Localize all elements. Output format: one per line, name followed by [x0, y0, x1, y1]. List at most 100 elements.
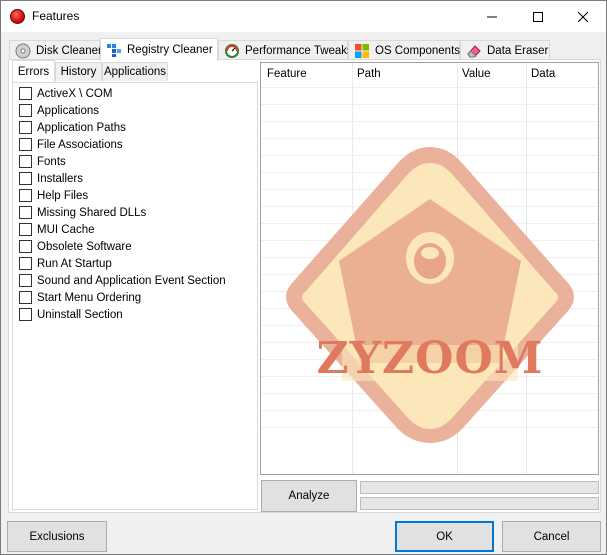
cancel-button[interactable]: Cancel [502, 521, 601, 552]
grid-header: Feature Path Value Data [261, 63, 598, 87]
grid-row-line [261, 138, 598, 139]
checkbox-box[interactable] [19, 87, 32, 100]
checkbox-applications[interactable]: Applications [19, 102, 99, 119]
column-divider [352, 63, 353, 474]
minimize-icon [487, 16, 497, 17]
checkbox-label: Sound and Application Event Section [37, 274, 226, 287]
checkbox-activex-com[interactable]: ActiveX \ COM [19, 85, 112, 102]
checkbox-label: Uninstall Section [37, 308, 123, 321]
tab-label: Data Eraser [487, 44, 549, 57]
checkbox-label: ActiveX \ COM [37, 87, 113, 100]
results-grid[interactable]: Feature Path Value Data ZYZOOM [260, 62, 599, 475]
grid-row-line [261, 291, 598, 292]
disk-icon [15, 43, 31, 58]
checkbox-label: MUI Cache [37, 223, 95, 236]
app-icon [10, 9, 25, 24]
checkbox-help-files[interactable]: Help Files [19, 187, 88, 204]
tab-label: Registry Cleaner [127, 44, 213, 56]
subtab-errors[interactable]: Errors [12, 60, 55, 82]
tab-label: Disk Cleaner [36, 44, 102, 57]
column-header-path[interactable]: Path [357, 68, 381, 80]
features-window: Features Disk Cleaner Registry Cleaner P… [0, 0, 607, 555]
checkbox-box[interactable] [19, 121, 32, 134]
speedometer-icon [225, 43, 239, 58]
checkbox-sound-and-application-event-section[interactable]: Sound and Application Event Section [19, 272, 226, 289]
analyze-button-label: Analyze [288, 490, 330, 502]
tab-performance-tweaks[interactable]: Performance Tweaks [218, 40, 353, 60]
checkbox-label: File Associations [37, 138, 123, 151]
checkbox-run-at-startup[interactable]: Run At Startup [19, 255, 112, 272]
column-header-value[interactable]: Value [462, 68, 491, 80]
checkbox-missing-shared-dlls[interactable]: Missing Shared DLLs [19, 204, 146, 221]
checkbox-label: Applications [37, 104, 100, 117]
eraser-icon [467, 44, 481, 57]
tab-disk-cleaner[interactable]: Disk Cleaner [9, 40, 102, 60]
checkbox-installers[interactable]: Installers [19, 170, 83, 187]
close-icon [578, 11, 588, 22]
grid-row-line [261, 240, 598, 241]
checkbox-label: Installers [37, 172, 84, 185]
checkbox-label: Fonts [37, 155, 66, 168]
grid-row-line [261, 376, 598, 377]
checkbox-application-paths[interactable]: Application Paths [19, 119, 126, 136]
column-header-data[interactable]: Data [531, 68, 555, 80]
checkbox-box[interactable] [19, 189, 32, 202]
checkbox-box[interactable] [19, 155, 32, 168]
windows-logo-icon [355, 43, 369, 58]
checkbox-label: Help Files [37, 189, 89, 202]
progress-bar-1 [360, 481, 599, 494]
checkbox-uninstall-section[interactable]: Uninstall Section [19, 306, 123, 323]
checkbox-box[interactable] [19, 240, 32, 253]
analyze-button[interactable]: Analyze [261, 480, 357, 512]
registry-cleaner-panel: Errors History Applications ActiveX \ CO… [8, 59, 601, 513]
subtab-label: History [60, 66, 97, 78]
checkbox-mui-cache[interactable]: MUI Cache [19, 221, 95, 238]
grid-row-line [261, 223, 598, 224]
checkbox-box[interactable] [19, 172, 32, 185]
errors-checklist: ActiveX \ COM Applications Application P… [12, 82, 258, 510]
grid-row-line [261, 104, 598, 105]
column-header-feature[interactable]: Feature [267, 68, 307, 80]
subtab-history[interactable]: History [55, 62, 102, 81]
subtab-applications[interactable]: Applications [102, 62, 168, 81]
cancel-button-label: Cancel [533, 530, 570, 543]
grid-row-line [261, 274, 598, 275]
checkbox-fonts[interactable]: Fonts [19, 153, 66, 170]
tab-os-components[interactable]: OS Components [348, 40, 460, 60]
checkbox-box[interactable] [19, 274, 32, 287]
checkbox-box[interactable] [19, 223, 32, 236]
checkbox-box[interactable] [19, 138, 32, 151]
checkbox-box[interactable] [19, 206, 32, 219]
checkbox-box[interactable] [19, 257, 32, 270]
checkbox-box[interactable] [19, 308, 32, 321]
grid-row-line [261, 393, 598, 394]
minimize-button[interactable] [469, 1, 515, 32]
maximize-button[interactable] [515, 1, 561, 32]
grid-row-line [261, 206, 598, 207]
registry-icon [107, 44, 121, 57]
checkbox-obsolete-software[interactable]: Obsolete Software [19, 238, 132, 255]
grid-row-line [261, 121, 598, 122]
close-button[interactable] [560, 1, 606, 32]
subtab-label: Applications [103, 66, 166, 78]
ok-button-label: OK [436, 530, 453, 543]
grid-row-line [261, 87, 598, 88]
exclusions-button[interactable]: Exclusions [7, 521, 107, 552]
tab-data-eraser[interactable]: Data Eraser [460, 40, 550, 60]
exclusions-button-label: Exclusions [29, 530, 85, 543]
grid-row-line [261, 359, 598, 360]
grid-row-line [261, 189, 598, 190]
column-divider [526, 63, 527, 474]
grid-row-line [261, 427, 598, 428]
checkbox-start-menu-ordering[interactable]: Start Menu Ordering [19, 289, 141, 306]
title-bar[interactable]: Features [1, 1, 606, 32]
checkbox-box[interactable] [19, 291, 32, 304]
checkbox-box[interactable] [19, 104, 32, 117]
checkbox-file-associations[interactable]: File Associations [19, 136, 123, 153]
column-divider [457, 63, 458, 474]
maximize-icon [533, 11, 543, 22]
ok-button[interactable]: OK [395, 521, 494, 552]
tab-registry-cleaner[interactable]: Registry Cleaner [100, 38, 218, 61]
zyzoom-watermark-logo: ZYZOOM [286, 147, 574, 443]
window-title: Features [32, 9, 80, 23]
